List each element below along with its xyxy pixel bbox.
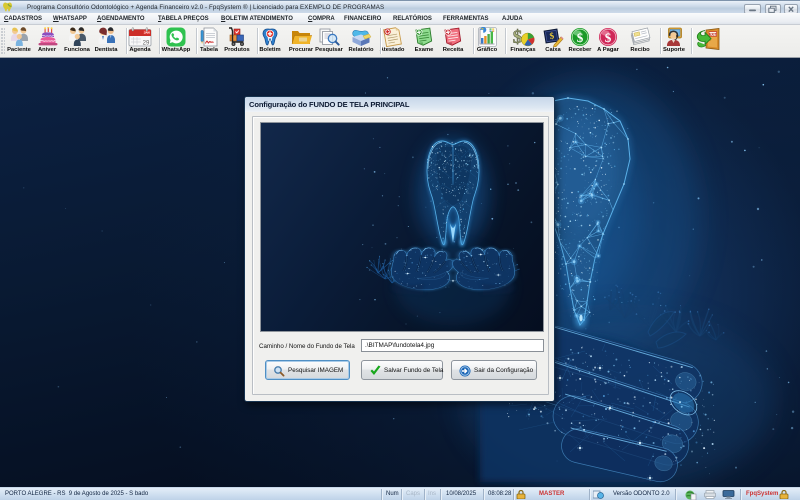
svg-text:EXIT: EXIT bbox=[709, 32, 716, 36]
svg-text:$: $ bbox=[577, 30, 584, 45]
svg-text:$: $ bbox=[605, 30, 612, 45]
svg-text:29: 29 bbox=[143, 41, 150, 47]
svg-text:$: $ bbox=[513, 27, 523, 47]
